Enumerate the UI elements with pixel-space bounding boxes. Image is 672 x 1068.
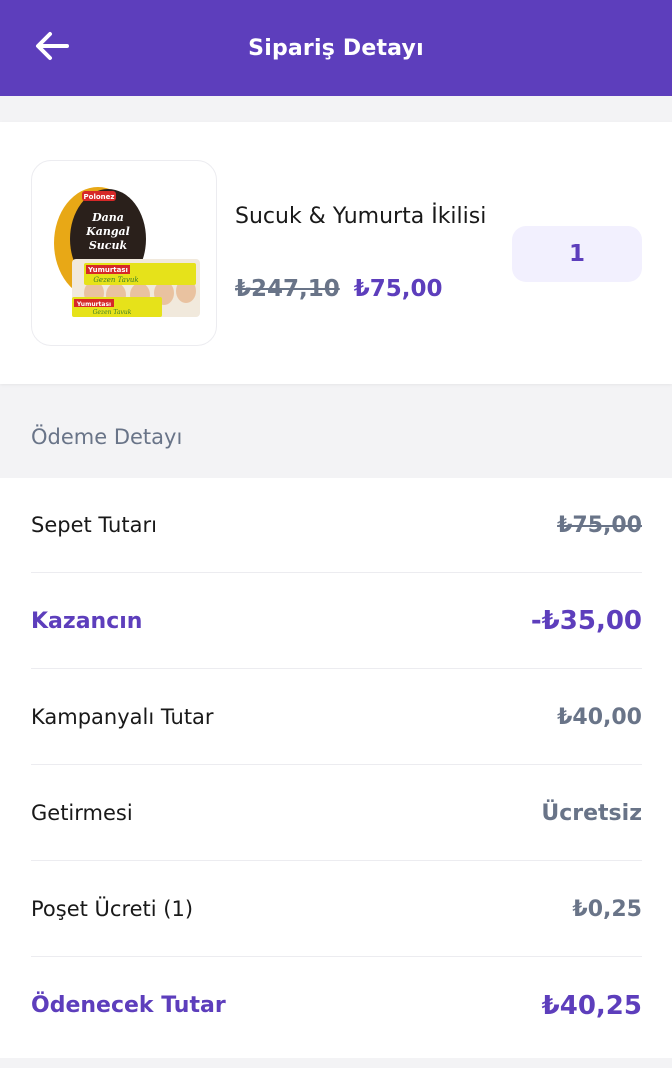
grand-total-row: Ödenecek Tutar ₺40,25 (31, 958, 642, 1053)
campaign-total-value: ₺40,00 (557, 704, 642, 730)
bag-fee-value: ₺0,25 (572, 896, 642, 922)
egg-brand-label: Yumurtası (87, 266, 128, 274)
savings-row: Kazancın -₺35,00 (31, 574, 642, 669)
old-price: ₺247,10 (235, 276, 340, 302)
payment-details: Sepet Tutarı ₺75,00 Kazancın -₺35,00 Kam… (0, 478, 672, 1058)
svg-text:Gezen Tavuk: Gezen Tavuk (93, 309, 132, 316)
product-name: Sucuk & Yumurta İkilisi (235, 204, 487, 229)
arrow-left-icon (36, 32, 69, 60)
delivery-fee-label: Getirmesi (31, 801, 133, 825)
campaign-total-row: Kampanyalı Tutar ₺40,00 (31, 670, 642, 765)
price-row: ₺247,10 ₺75,00 (235, 276, 443, 302)
delivery-fee-row: Getirmesi Ücretsiz (31, 766, 642, 861)
sucuk-brand-label: Polonez (84, 193, 115, 201)
payment-section-title: Ödeme Detayı (31, 425, 183, 449)
bag-fee-row: Poşet Ücreti (1) ₺0,25 (31, 862, 642, 957)
top-bar: Sipariş Detayı (0, 0, 672, 96)
quantity-box[interactable]: 1 (512, 226, 642, 282)
basket-total-value: ₺75,00 (557, 512, 642, 538)
svg-text:Yumurtası: Yumurtası (76, 301, 111, 308)
new-price: ₺75,00 (353, 276, 443, 302)
basket-total-label: Sepet Tutarı (31, 513, 157, 537)
svg-text:Dana: Dana (91, 211, 124, 224)
back-button[interactable] (30, 26, 74, 66)
egg-sub-label: Gezen Tavuk (93, 276, 138, 284)
savings-value: -₺35,00 (530, 606, 642, 636)
product-image[interactable]: Polonez Dana Kangal Sucuk Yumurtası Geze… (31, 160, 217, 346)
product-illustration: Polonez Dana Kangal Sucuk Yumurtası Geze… (54, 187, 200, 317)
bag-fee-label: Poşet Ücreti (1) (31, 897, 194, 921)
product-card: Polonez Dana Kangal Sucuk Yumurtası Geze… (0, 122, 672, 384)
page-title: Sipariş Detayı (248, 35, 424, 61)
order-detail-screen: Sipariş Detayı Polonez Dana Kangal Sucuk (0, 0, 672, 1068)
grand-total-value: ₺40,25 (541, 990, 642, 1021)
delivery-fee-value: Ücretsiz (541, 800, 642, 826)
basket-total-row: Sepet Tutarı ₺75,00 (31, 478, 642, 573)
svg-text:Kangal: Kangal (85, 225, 130, 238)
payment-section-header: Ödeme Detayı (0, 400, 672, 478)
grand-total-label: Ödenecek Tutar (31, 993, 226, 1018)
svg-text:Sucuk: Sucuk (89, 239, 128, 252)
savings-label: Kazancın (31, 608, 143, 634)
campaign-total-label: Kampanyalı Tutar (31, 705, 214, 729)
